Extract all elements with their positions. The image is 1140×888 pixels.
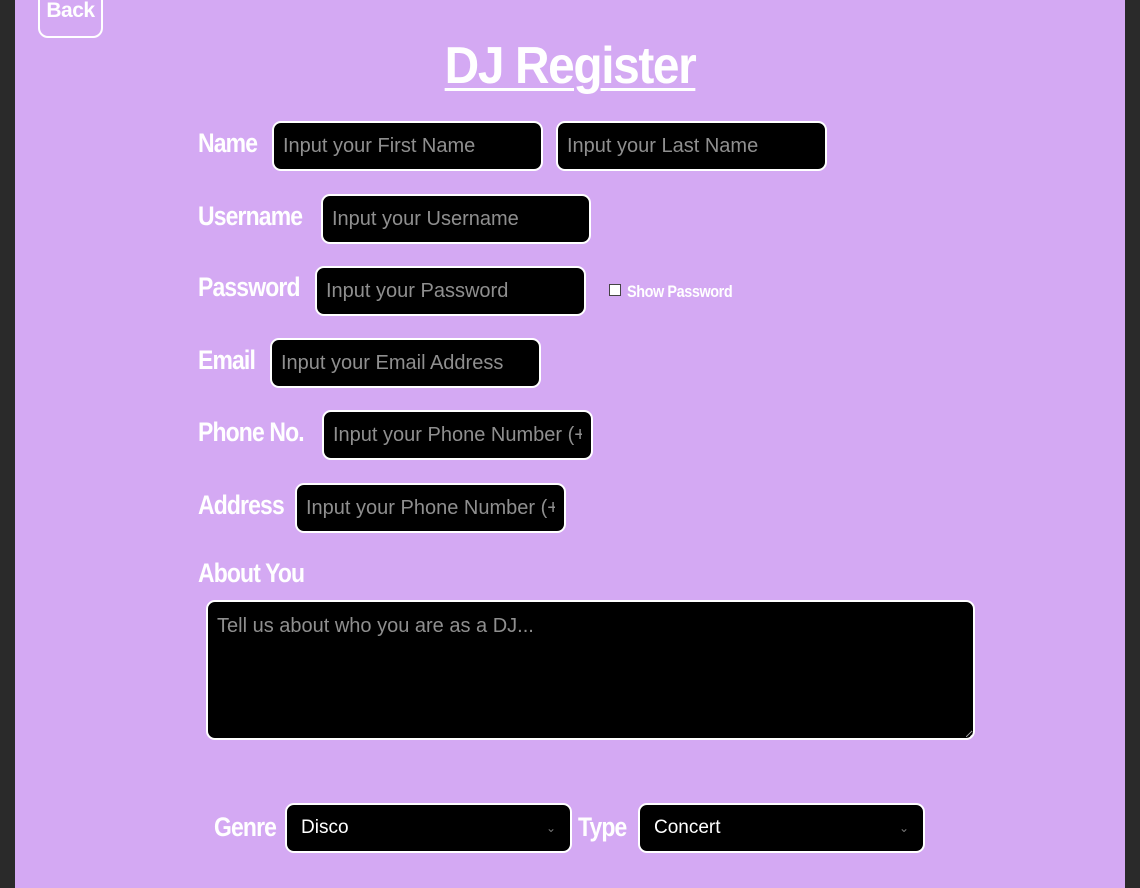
- type-label: Type: [578, 812, 627, 842]
- about-label: About You: [198, 558, 305, 588]
- username-label: Username: [198, 201, 303, 231]
- password-input[interactable]: [315, 266, 586, 316]
- type-select[interactable]: Concert ⌄: [638, 803, 925, 853]
- phone-label: Phone No.: [198, 417, 305, 447]
- email-input[interactable]: [270, 338, 541, 388]
- email-label: Email: [198, 345, 256, 375]
- first-name-input[interactable]: [272, 121, 543, 171]
- genre-value: Disco: [301, 817, 349, 838]
- show-password-label[interactable]: Show Password: [627, 282, 733, 302]
- chevron-down-icon: ⌄: [545, 821, 556, 835]
- chevron-down-icon: ⌄: [898, 821, 909, 835]
- type-value: Concert: [654, 817, 721, 838]
- address-input[interactable]: [295, 483, 566, 533]
- name-label: Name: [198, 128, 258, 158]
- register-page: Back DJ Register Name Username Password …: [15, 0, 1125, 888]
- back-button[interactable]: Back: [38, 0, 103, 38]
- about-textarea[interactable]: [206, 600, 975, 740]
- show-password-checkbox[interactable]: [609, 284, 621, 296]
- genre-label: Genre: [214, 812, 277, 842]
- page-title: DJ Register: [444, 37, 697, 95]
- genre-select[interactable]: Disco ⌄: [285, 803, 572, 853]
- password-label: Password: [198, 272, 300, 302]
- username-input[interactable]: [321, 194, 591, 244]
- phone-input[interactable]: [322, 410, 593, 460]
- last-name-input[interactable]: [556, 121, 827, 171]
- address-label: Address: [198, 490, 285, 520]
